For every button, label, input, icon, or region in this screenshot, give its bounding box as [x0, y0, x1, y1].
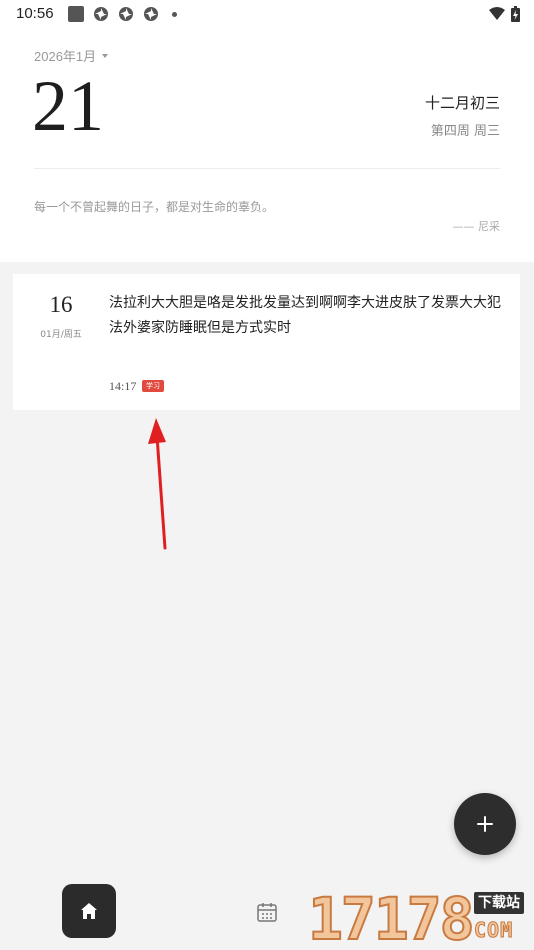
- month-selector-label: 2026年1月: [34, 49, 97, 64]
- nav-calendar-button[interactable]: [255, 900, 279, 924]
- entry-time: 14:17: [109, 379, 137, 393]
- entry-text: 法拉利大大胆是咯是发批发量达到啊啊李大进皮肤了发票大大犯法外婆家防睡眠但是方式实…: [109, 295, 501, 336]
- current-day-number: 21: [32, 66, 104, 146]
- date-header: 2026年1月 21 十二月初三 第四周 周三 每一个不曾起舞的日子，都是对生命…: [0, 28, 534, 262]
- square-icon: [68, 6, 84, 22]
- entry-date-sub: 01月/周五: [40, 330, 82, 340]
- home-icon: [81, 903, 97, 919]
- watermark-suffix: COM: [473, 918, 514, 943]
- battery-icon: [511, 6, 520, 22]
- status-notification-icons: [68, 6, 177, 22]
- entry-tag: 学习: [142, 380, 164, 392]
- status-bar: 10:56: [0, 0, 534, 28]
- entry-day: 16: [49, 292, 73, 317]
- plus-icon: [477, 816, 493, 832]
- nav-home-button[interactable]: [62, 884, 116, 938]
- daily-quote: 每一个不曾起舞的日子，都是对生命的辜负。: [34, 200, 275, 214]
- add-entry-button[interactable]: [454, 793, 516, 855]
- status-time: 10:56: [16, 5, 54, 22]
- caret-down-icon: [102, 53, 109, 58]
- watermark-number: 17178: [307, 885, 476, 950]
- dot-icon: [172, 11, 177, 17]
- wifi-icon: [489, 7, 505, 20]
- pinwheel-icon: [119, 7, 133, 21]
- month-selector[interactable]: 2026年1月: [34, 46, 109, 65]
- site-watermark: 17178 下载站 COM: [307, 885, 534, 950]
- annotation-arrow-icon: [148, 418, 167, 550]
- lunar-date: 十二月初三: [424, 94, 500, 112]
- calendar-icon: [257, 903, 277, 922]
- pinwheel-icon: [144, 7, 158, 21]
- status-system-icons: [489, 6, 520, 22]
- divider: [34, 168, 500, 169]
- quote-author: —— 尼采: [452, 220, 501, 233]
- pinwheel-icon: [94, 7, 108, 21]
- diary-entry-card[interactable]: 16 01月/周五 法拉利大大胆是咯是发批发量达到啊啊李大进皮肤了发票大大犯法外…: [13, 274, 520, 410]
- watermark-badge: 下载站: [474, 892, 524, 914]
- week-info: 第四周 周三: [430, 124, 500, 139]
